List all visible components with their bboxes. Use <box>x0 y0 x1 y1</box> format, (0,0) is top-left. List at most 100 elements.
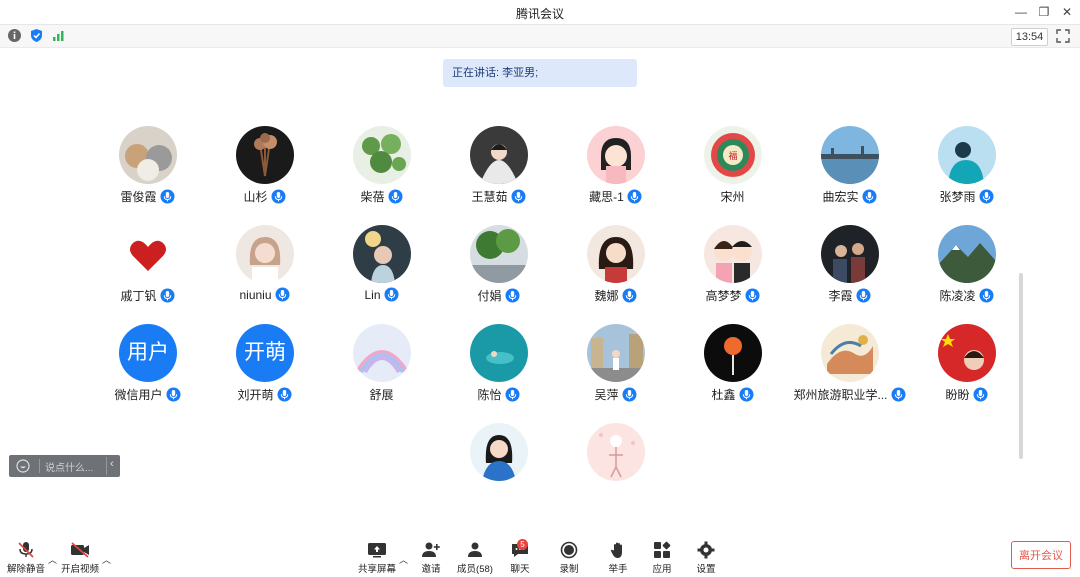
participant-name: 陈凌凌 <box>939 289 976 303</box>
participant-tile[interactable]: 开萌 刘开萌 <box>206 324 323 414</box>
participant-tile[interactable]: 盼盼 <box>908 324 1025 414</box>
participant-name-row: 藏思-1 <box>557 188 674 205</box>
mic-icon <box>627 189 642 204</box>
record-button[interactable]: 录制 <box>556 541 582 575</box>
participant-tile[interactable]: 王慧茹 <box>440 126 557 216</box>
raise-hand-button[interactable]: 举手 <box>605 541 631 575</box>
audio-options-chevron-icon[interactable]: ︿ <box>48 553 57 566</box>
participant-name: 付娟 <box>477 289 502 303</box>
grid-scrollbar[interactable] <box>1019 273 1023 459</box>
participant-name-row: 山杉 <box>206 188 323 205</box>
mic-icon <box>277 387 291 402</box>
mic-icon <box>384 287 398 302</box>
participant-name: 曲宏实 <box>822 190 859 204</box>
video-options-chevron-icon[interactable]: ︿ <box>102 553 111 566</box>
avatar <box>470 126 528 184</box>
participant-tile[interactable]: 杜鑫 <box>674 324 791 414</box>
participant-name-row: niuniu <box>206 287 323 302</box>
avatar <box>587 324 645 382</box>
participant-tile[interactable]: 吴萍 <box>557 324 674 414</box>
participant-tile[interactable] <box>440 423 557 513</box>
participant-name: 刘开萌 <box>237 388 274 402</box>
share-screen-button[interactable]: 共享屏幕 <box>357 541 397 575</box>
members-button[interactable]: 成员(58) <box>456 541 494 575</box>
signal-strength-icon[interactable] <box>51 28 66 43</box>
participant-name-row: 宋州 <box>674 188 791 205</box>
mic-muted-icon <box>18 542 34 558</box>
participant-name-row: 高梦梦 <box>674 287 791 304</box>
participant-tile[interactable]: 魏娜 <box>557 225 674 315</box>
participant-name-row: 张梦雨 <box>908 188 1025 205</box>
participant-tile[interactable]: 藏思-1 <box>557 126 674 216</box>
participant-tile[interactable]: 山杉 <box>206 126 323 216</box>
mic-icon <box>973 387 987 402</box>
window-title: 腾讯会议 <box>515 7 564 21</box>
participant-tile[interactable]: 陈怡 <box>440 324 557 414</box>
participant-tile[interactable]: 曲宏实 <box>791 126 908 216</box>
mic-icon <box>160 189 174 204</box>
participant-tile[interactable]: niuniu <box>206 225 323 315</box>
raise-hand-label: 举手 <box>608 564 628 575</box>
participant-name: 陈怡 <box>477 388 502 402</box>
settings-label: 设置 <box>696 564 716 575</box>
participant-tile[interactable]: Lin <box>323 225 440 315</box>
participant-name: 柴蓓 <box>360 190 385 204</box>
security-shield-icon[interactable] <box>29 28 44 43</box>
participant-name: 高梦梦 <box>705 289 742 303</box>
participant-tile[interactable]: 戚丁钒 <box>89 225 206 315</box>
gear-icon <box>697 541 715 559</box>
participant-name: 宋州 <box>720 190 745 204</box>
settings-button[interactable]: 设置 <box>693 541 719 575</box>
avatar <box>119 225 177 283</box>
participant-name-row: 戚丁钒 <box>89 287 206 304</box>
invite-button[interactable]: 邀请 <box>418 541 444 575</box>
participant-tile[interactable]: 柴蓓 <box>323 126 440 216</box>
avatar <box>236 225 294 283</box>
participant-tile[interactable]: 付娟 <box>440 225 557 315</box>
svg-text:福: 福 <box>728 150 737 161</box>
fullscreen-icon[interactable] <box>1055 28 1071 44</box>
members-label: 成员(58) <box>457 564 493 575</box>
participant-name: 王慧茹 <box>471 190 508 204</box>
mic-icon <box>505 288 519 303</box>
participant-name: 盼盼 <box>945 388 970 402</box>
close-button[interactable]: ✕ <box>1056 2 1078 22</box>
participant-tile[interactable]: 福宋州 <box>674 126 791 216</box>
unmute-label: 解除静音 <box>7 564 46 575</box>
participant-tile[interactable]: 用户 微信用户 <box>89 324 206 414</box>
participant-tile[interactable]: 舒展 <box>323 324 440 414</box>
participant-tile[interactable]: 陈凌凌 <box>908 225 1025 315</box>
minimize-button[interactable]: — <box>1010 2 1032 22</box>
participant-name-row: 吴萍 <box>557 386 674 403</box>
participant-tile[interactable]: 李霞 <box>791 225 908 315</box>
participant-name-row: 陈怡 <box>440 386 557 403</box>
mic-icon <box>388 189 402 204</box>
participant-tile[interactable] <box>557 423 674 513</box>
collapse-chevron-icon[interactable]: ‹ <box>110 458 114 470</box>
restore-button[interactable]: ❐ <box>1033 2 1055 22</box>
leave-meeting-button[interactable]: 离开会议 <box>1011 541 1071 569</box>
participant-name: Lin <box>364 287 381 302</box>
participant-name: 微信用户 <box>114 388 163 402</box>
participant-tile[interactable]: 雷俊霞 <box>89 126 206 216</box>
record-label: 录制 <box>559 564 579 575</box>
emoji-icon[interactable] <box>16 459 30 473</box>
apps-button[interactable]: 应用 <box>649 541 675 575</box>
chat-button[interactable]: 聊天 5 <box>507 539 533 575</box>
participant-tile[interactable]: 高梦梦 <box>674 225 791 315</box>
participant-tile[interactable]: 张梦雨 <box>908 126 1025 216</box>
mic-icon <box>271 189 285 204</box>
start-video-button[interactable]: 开启视频 <box>60 541 100 575</box>
participant-name: 舒展 <box>369 388 394 402</box>
participant-name: 藏思-1 <box>589 190 624 204</box>
participant-tile[interactable]: 郑州旅游职业学... <box>791 324 908 414</box>
chat-quick-input[interactable]: 说点什么... ‹ <box>9 455 120 477</box>
chat-placeholder[interactable]: 说点什么... <box>45 459 93 474</box>
avatar <box>470 225 528 283</box>
avatar <box>938 126 996 184</box>
participant-name: 吴萍 <box>594 388 619 402</box>
chat-unread-badge: 5 <box>517 539 528 550</box>
unmute-button[interactable]: 解除静音 <box>7 541 45 575</box>
info-icon[interactable] <box>7 28 22 43</box>
share-options-chevron-icon[interactable]: ︿ <box>399 553 408 566</box>
